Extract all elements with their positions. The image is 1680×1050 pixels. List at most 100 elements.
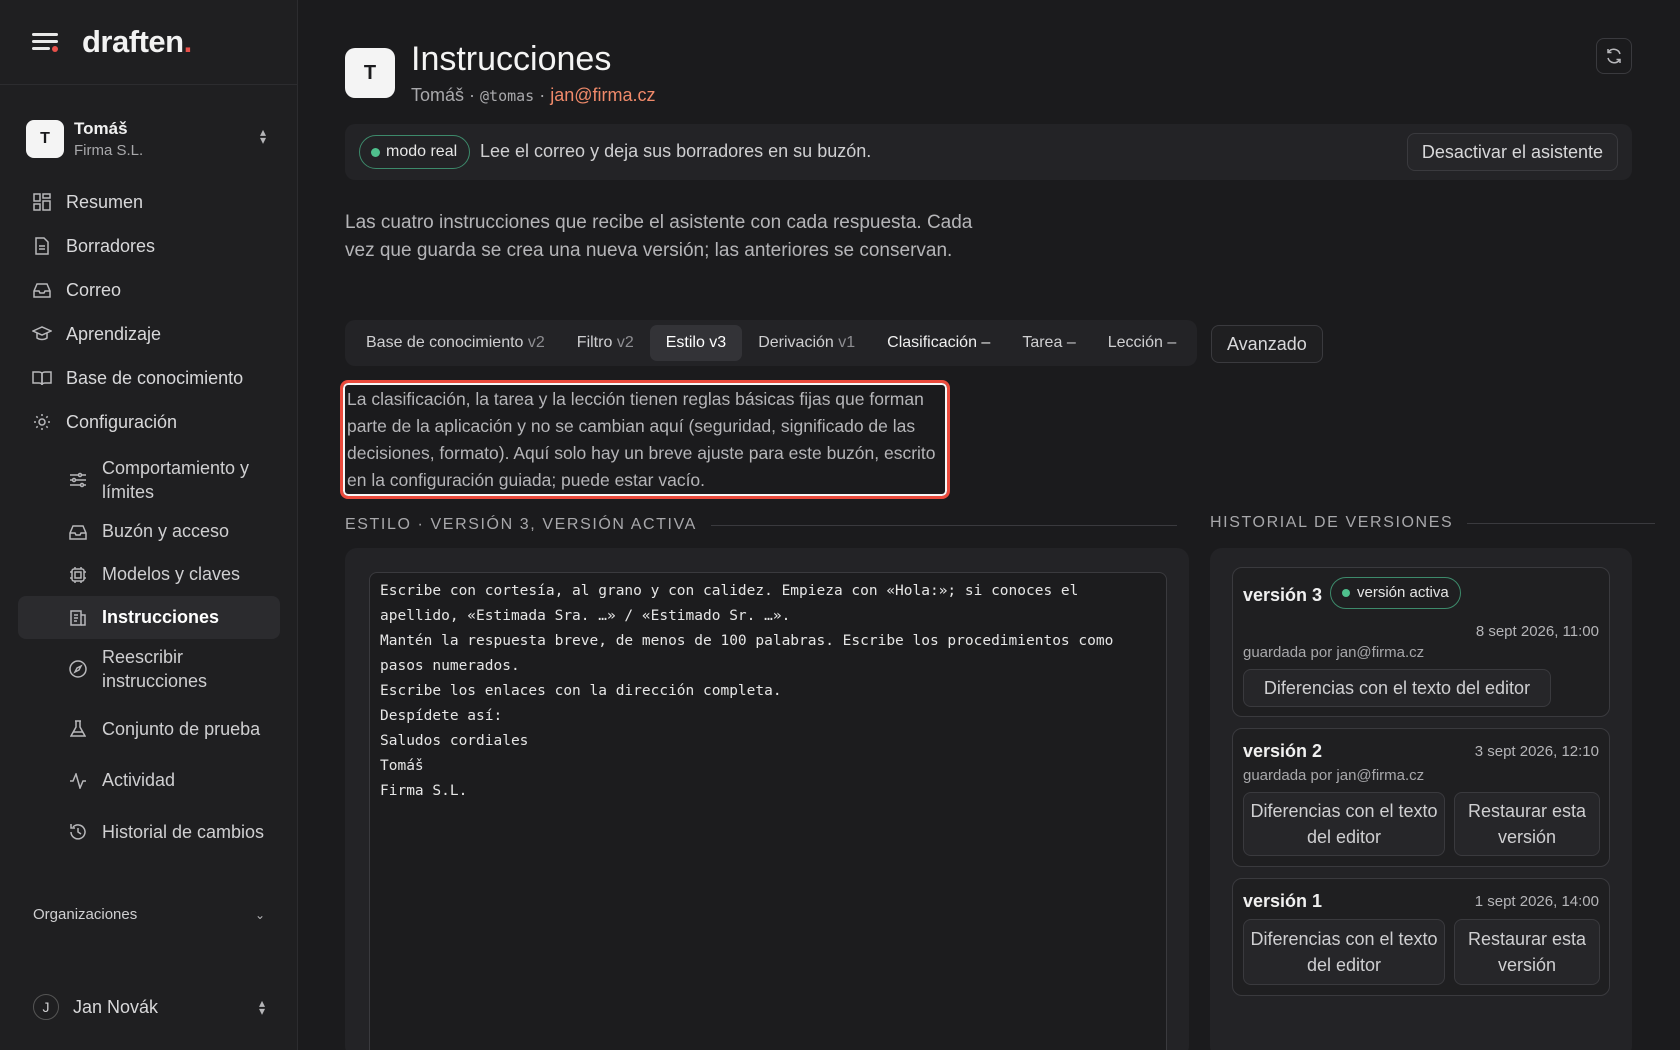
subnav-item-modelos[interactable]: Modelos y claves (18, 553, 280, 596)
inbox-icon (32, 280, 52, 300)
version-title: versión 3 (1243, 585, 1323, 605)
editor-heading: ESTILO · VERSIÓN 3, VERSIÓN ACTIVA (345, 516, 1177, 534)
tab-estilo[interactable]: Estilo v3 (649, 325, 743, 361)
version-date: 3 sept 2026, 12:10 (1474, 743, 1599, 760)
subnav-item-comportamiento[interactable]: Comportamiento y límites (18, 450, 280, 510)
nav-label: Correo (66, 279, 122, 300)
nav-label: Resumen (66, 191, 144, 212)
flask-icon (68, 719, 88, 739)
subnav-label: Conjunto de prueba (102, 719, 261, 739)
tab-filtro[interactable]: Filtro v2 (561, 325, 650, 361)
account-switcher[interactable]: T Tomáš Firma S.L. ▴ ▾ (26, 116, 276, 162)
prompt-tabs: Base de conocimiento v2 Filtro v2 Estilo… (345, 320, 1198, 366)
chevron-down-icon: ⌄ (254, 907, 265, 922)
history-heading: HISTORIAL DE VERSIONES (1210, 514, 1656, 532)
advanced-button[interactable]: Avanzado (1211, 325, 1323, 363)
nav-label: Aprendizaje (66, 323, 162, 344)
gear-icon (32, 412, 52, 432)
inbox-icon (68, 522, 88, 542)
version-history: versión 3 versión activa 8 sept 2026, 11… (1210, 548, 1632, 1050)
tab-clasificacion[interactable]: Clasificación – (871, 325, 1006, 361)
activity-icon (68, 771, 88, 791)
nav-item-borradores[interactable]: Borradores (18, 224, 280, 268)
active-version-badge: versión activa (1330, 577, 1461, 609)
editor-card: Escribe con cortesía, al grano y con cal… (345, 548, 1189, 1050)
subnav-item-reescribir[interactable]: Reescribir instrucciones (18, 639, 280, 699)
version-date: 1 sept 2026, 14:00 (1474, 893, 1599, 910)
book-icon (32, 368, 52, 388)
mode-bar: modo real Lee el correo y deja sus borra… (345, 124, 1632, 180)
tab-derivacion[interactable]: Derivación v1 (742, 325, 871, 361)
page-avatar: T (345, 48, 395, 98)
chevron-updown-icon: ▴ ▾ (259, 125, 266, 147)
mode-badge: modo real (359, 135, 471, 169)
version-card-1: versión 1 1 sept 2026, 14:00 Diferencias… (1232, 878, 1610, 996)
mailbox-handle: @tomas (480, 87, 535, 105)
subnav-item-historial[interactable]: Historial de cambios (18, 802, 280, 862)
fixed-rules-note: La clasificación, la tarea y la lección … (340, 380, 950, 499)
version-title: versión 1 (1243, 891, 1323, 911)
tab-leccion[interactable]: Lección – (1092, 325, 1193, 361)
tab-tarea[interactable]: Tarea – (1006, 325, 1091, 361)
nav-item-resumen[interactable]: Resumen (18, 180, 280, 224)
dashboard-icon (32, 192, 52, 212)
menu-icon[interactable] (32, 31, 60, 53)
version-date: 8 sept 2026, 11:00 (1475, 623, 1599, 640)
nav-item-configuracion[interactable]: Configuración (18, 400, 280, 444)
diff-button[interactable]: Diferencias con el texto del editor (1243, 919, 1445, 985)
compass-icon (68, 659, 88, 679)
nav-item-aprendizaje[interactable]: Aprendizaje (18, 312, 280, 356)
nav-label: Configuración (66, 411, 178, 432)
version-card-2: versión 2 3 sept 2026, 12:10 guardada po… (1232, 728, 1610, 867)
nav-label: Borradores (66, 235, 156, 256)
instructions-icon (68, 608, 88, 628)
subnav-label: Instrucciones (102, 607, 220, 627)
restore-version-button[interactable]: Restaurar esta versión (1454, 792, 1600, 856)
nav-item-base-conocimiento[interactable]: Base de conocimiento (18, 356, 280, 400)
main-content: T Instrucciones Tomáš · @tomas · jan@fir… (298, 0, 1680, 1050)
nav-label: Base de conocimiento (66, 367, 244, 388)
history-icon (68, 822, 88, 842)
page-subtitle: Tomáš · @tomas · jan@firma.cz (411, 85, 656, 106)
document-icon (32, 236, 52, 256)
cpu-icon (68, 565, 88, 585)
sliders-icon (68, 470, 88, 490)
mailbox-email[interactable]: jan@firma.cz (550, 85, 655, 105)
brand-row: draften. (0, 0, 297, 85)
refresh-icon (1607, 48, 1621, 64)
version-title: versión 2 (1243, 741, 1323, 761)
subnav-item-actividad[interactable]: Actividad (18, 759, 280, 802)
restore-version-button[interactable]: Restaurar esta versión (1454, 919, 1600, 985)
user-name: Jan Novák (73, 996, 159, 1017)
refresh-button[interactable] (1596, 38, 1632, 74)
mailbox-owner: Tomáš · (411, 85, 476, 105)
subnav-item-conjunto-prueba[interactable]: Conjunto de prueba (18, 699, 280, 759)
account-avatar: T (26, 120, 64, 158)
page-title: Instrucciones (411, 40, 612, 78)
main-nav: Resumen Borradores Correo Aprendizaje Ba… (18, 180, 280, 862)
deactivate-assistant-button[interactable]: Desactivar el asistente (1406, 133, 1618, 171)
subnav-label: Actividad (102, 770, 176, 790)
subnav-label: Buzón y acceso (102, 521, 230, 541)
brand-logo[interactable]: draften. (82, 24, 192, 60)
instruction-editor[interactable]: Escribe con cortesía, al grano y con cal… (369, 572, 1167, 1050)
user-menu[interactable]: J Jan Novák ▴ ▾ (33, 994, 265, 1020)
subnav-label: Modelos y claves (102, 564, 241, 584)
nav-item-correo[interactable]: Correo (18, 268, 280, 312)
subnav-item-instrucciones[interactable]: Instrucciones (18, 596, 280, 639)
subnav-label: Historial de cambios (102, 822, 265, 842)
version-author: guardada por jan@firma.cz (1243, 644, 1425, 661)
organizations-label: Organizaciones (33, 906, 138, 923)
account-org: Firma S.L. (74, 142, 144, 159)
user-avatar: J (33, 994, 59, 1020)
graduation-cap-icon (32, 324, 52, 344)
diff-button[interactable]: Diferencias con el texto del editor (1243, 792, 1445, 856)
version-card-3: versión 3 versión activa 8 sept 2026, 11… (1232, 567, 1610, 717)
mode-description: Lee el correo y deja sus borradores en s… (480, 141, 872, 161)
organizations-toggle[interactable]: Organizaciones ⌄ (33, 906, 265, 923)
sidebar: draften. T Tomáš Firma S.L. ▴ ▾ Resumen B… (0, 0, 298, 1050)
diff-button[interactable]: Diferencias con el texto del editor (1243, 669, 1551, 707)
subnav-item-buzon[interactable]: Buzón y acceso (18, 510, 280, 553)
account-name: Tomáš (74, 119, 128, 138)
tab-base-conocimiento[interactable]: Base de conocimiento v2 (350, 325, 561, 361)
